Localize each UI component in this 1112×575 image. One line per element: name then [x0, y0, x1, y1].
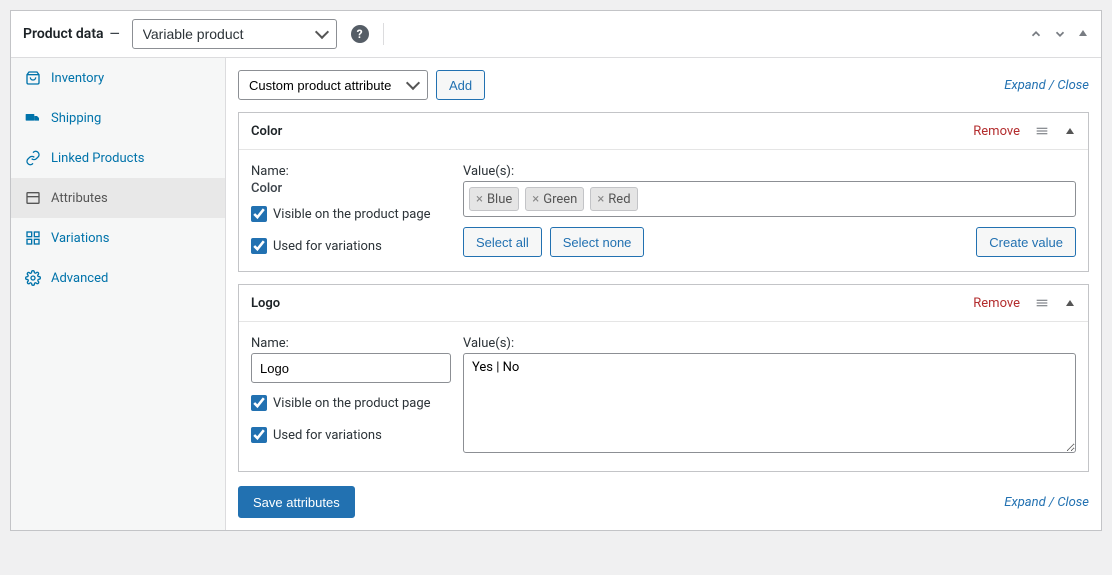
remove-link[interactable]: Remove — [973, 296, 1020, 311]
collapse-icon[interactable] — [1064, 297, 1076, 309]
attribute-header[interactable]: Color Remove — [239, 113, 1088, 150]
visible-checkbox-row[interactable]: Visible on the product page — [251, 395, 451, 411]
drag-handle-icon[interactable] — [1034, 123, 1050, 139]
gear-icon — [25, 270, 41, 286]
visible-checkbox[interactable] — [251, 206, 267, 222]
product-type-select[interactable]: Variable product — [132, 19, 337, 49]
name-label: Name: — [251, 164, 451, 179]
link-icon — [25, 150, 41, 166]
attribute-header[interactable]: Logo Remove — [239, 285, 1088, 322]
values-label: Value(s): — [463, 336, 1076, 351]
variations-checkbox[interactable] — [251, 427, 267, 443]
values-tags-input[interactable]: ×Blue ×Green ×Red — [463, 181, 1076, 217]
name-value: Color — [251, 181, 451, 196]
remove-tag-icon[interactable]: × — [597, 192, 604, 207]
sidebar-item-variations[interactable]: Variations — [11, 218, 225, 258]
inventory-icon — [25, 70, 41, 86]
remove-link[interactable]: Remove — [973, 124, 1020, 139]
panel-collapse-icon[interactable] — [1077, 27, 1089, 41]
sidebar-item-label: Attributes — [51, 191, 108, 206]
content: Custom product attribute Add Expand / Cl… — [226, 58, 1101, 530]
drag-handle-icon[interactable] — [1034, 295, 1050, 311]
save-attributes-button[interactable]: Save attributes — [238, 486, 355, 518]
variations-checkbox[interactable] — [251, 238, 267, 254]
sidebar-item-inventory[interactable]: Inventory — [11, 58, 225, 98]
sidebar-item-attributes[interactable]: Attributes — [11, 178, 225, 218]
visible-checkbox-row[interactable]: Visible on the product page — [251, 206, 451, 222]
name-input[interactable] — [251, 353, 451, 383]
name-label: Name: — [251, 336, 451, 351]
values-label: Value(s): — [463, 164, 1076, 179]
visible-checkbox[interactable] — [251, 395, 267, 411]
variations-icon — [25, 230, 41, 246]
collapse-icon[interactable] — [1064, 125, 1076, 137]
help-icon[interactable]: ? — [351, 25, 369, 43]
attribute-title: Color — [251, 124, 282, 139]
value-tag: ×Green — [525, 187, 584, 211]
expand-close-link[interactable]: Expand / Close — [1004, 495, 1089, 510]
remove-tag-icon[interactable]: × — [532, 192, 539, 207]
sidebar-item-label: Shipping — [51, 111, 101, 126]
value-tag: ×Blue — [469, 187, 519, 211]
expand-close-link[interactable]: Expand / Close — [1004, 78, 1089, 93]
sidebar-item-label: Linked Products — [51, 151, 144, 166]
panel-title: Product data — [23, 26, 104, 42]
sidebar-item-shipping[interactable]: Shipping — [11, 98, 225, 138]
product-data-panel: Product data — Variable product ? Invent… — [10, 10, 1102, 531]
sidebar: Inventory Shipping Linked Products Attri… — [11, 58, 226, 530]
sidebar-item-label: Variations — [51, 231, 109, 246]
panel-down-icon[interactable] — [1053, 27, 1067, 41]
value-tag: ×Red — [590, 187, 637, 211]
select-none-button[interactable]: Select none — [550, 227, 645, 257]
panel-up-icon[interactable] — [1029, 27, 1043, 41]
sidebar-item-advanced[interactable]: Advanced — [11, 258, 225, 298]
attribute-type-select[interactable]: Custom product attribute — [238, 70, 428, 100]
attribute-title: Logo — [251, 296, 280, 311]
panel-header: Product data — Variable product ? — [11, 11, 1101, 58]
attribute-block: Color Remove Name: Color Visible on the … — [238, 112, 1089, 272]
create-value-button[interactable]: Create value — [976, 227, 1076, 257]
variations-checkbox-row[interactable]: Used for variations — [251, 427, 451, 443]
remove-tag-icon[interactable]: × — [476, 192, 483, 207]
attributes-icon — [25, 190, 41, 206]
sidebar-item-linked[interactable]: Linked Products — [11, 138, 225, 178]
attribute-block: Logo Remove Name: Visible on the product… — [238, 284, 1089, 472]
variations-checkbox-row[interactable]: Used for variations — [251, 238, 451, 254]
sidebar-item-label: Inventory — [51, 71, 104, 86]
shipping-icon — [25, 110, 41, 126]
values-textarea[interactable] — [463, 353, 1076, 453]
select-all-button[interactable]: Select all — [463, 227, 542, 257]
add-button[interactable]: Add — [436, 70, 485, 100]
sidebar-item-label: Advanced — [51, 271, 108, 286]
